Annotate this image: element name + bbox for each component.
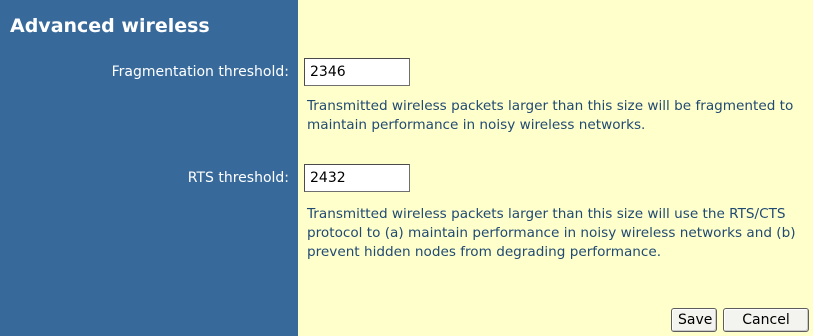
rts-help-text: Transmitted wireless packets larger than… <box>307 206 796 260</box>
fragmentation-threshold-input[interactable] <box>304 58 410 86</box>
rts-threshold-input[interactable] <box>304 164 410 192</box>
save-button[interactable]: Save <box>671 308 717 332</box>
cancel-button[interactable]: Cancel <box>723 308 809 332</box>
section-title: Advanced wireless <box>10 15 210 37</box>
advanced-wireless-panel: Advanced wireless Fragmentation threshol… <box>0 0 813 336</box>
fragmentation-help-text: Transmitted wireless packets larger than… <box>307 98 794 133</box>
fragmentation-threshold-label: Fragmentation threshold: <box>111 64 289 80</box>
rts-threshold-label: RTS threshold: <box>187 170 289 186</box>
left-label-panel <box>0 0 298 336</box>
